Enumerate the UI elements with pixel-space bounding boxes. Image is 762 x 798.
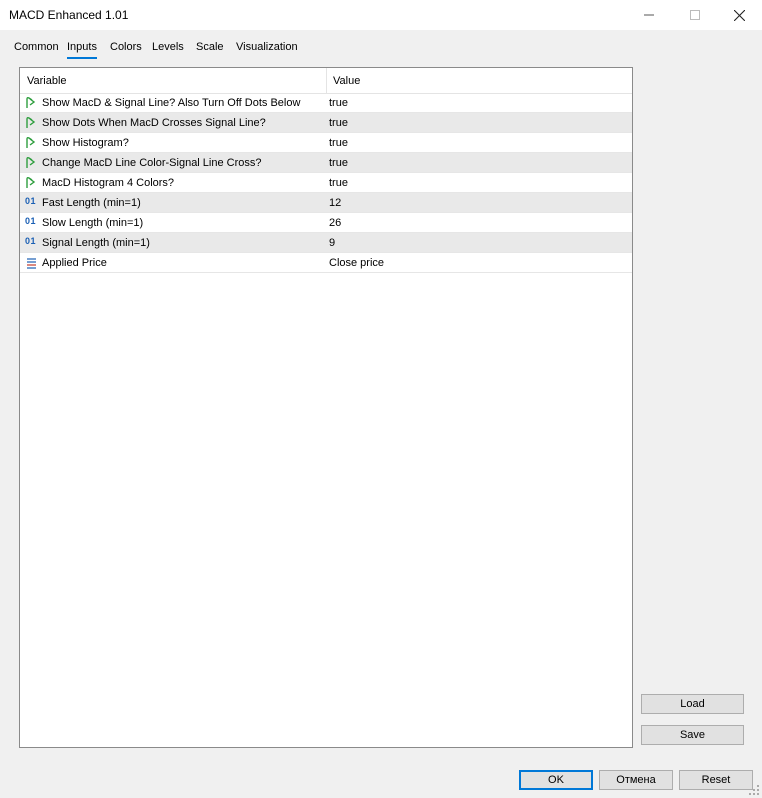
row-value[interactable]: true <box>329 97 348 109</box>
row-variable: Show Histogram? <box>42 137 129 149</box>
integer-icon: 01 <box>25 236 37 246</box>
column-header-variable[interactable]: Variable <box>27 75 67 87</box>
inputs-table: Variable Value Show MacD & Signal Line? … <box>19 67 633 748</box>
save-button[interactable]: Save <box>641 725 744 745</box>
maximize-button[interactable] <box>672 0 718 30</box>
table-row[interactable]: Applied Price Close price <box>20 253 632 273</box>
tab-levels[interactable]: Levels <box>152 39 184 57</box>
enum-list-icon <box>25 256 38 269</box>
row-variable: Show MacD & Signal Line? Also Turn Off D… <box>42 97 301 109</box>
tab-inputs[interactable]: Inputs <box>67 39 97 59</box>
integer-icon: 01 <box>25 196 37 206</box>
bool-arrow-icon <box>25 96 38 109</box>
cancel-button[interactable]: Отмена <box>599 770 673 790</box>
window-title: MACD Enhanced 1.01 <box>9 8 129 22</box>
row-variable: Slow Length (min=1) <box>42 217 144 229</box>
row-value[interactable]: Close price <box>329 257 384 269</box>
close-button[interactable] <box>716 0 762 30</box>
reset-button[interactable]: Reset <box>679 770 753 790</box>
title-bar: MACD Enhanced 1.01 <box>0 0 762 30</box>
table-row[interactable]: Show Dots When MacD Crosses Signal Line?… <box>20 113 632 133</box>
table-header: Variable Value <box>20 68 632 94</box>
row-variable: Applied Price <box>42 257 107 269</box>
row-value[interactable]: true <box>329 177 348 189</box>
column-divider[interactable] <box>326 68 327 93</box>
bool-arrow-icon <box>25 176 38 189</box>
table-row[interactable]: Show MacD & Signal Line? Also Turn Off D… <box>20 93 632 113</box>
resize-grip-icon[interactable] <box>748 784 760 796</box>
row-value[interactable]: 26 <box>329 217 341 229</box>
table-row[interactable]: Show Histogram? true <box>20 133 632 153</box>
close-icon <box>733 9 745 21</box>
tab-visualization[interactable]: Visualization <box>236 39 298 57</box>
table-row[interactable]: 01 Fast Length (min=1) 12 <box>20 193 632 213</box>
row-value[interactable]: true <box>329 137 348 149</box>
table-row[interactable]: Change MacD Line Color-Signal Line Cross… <box>20 153 632 173</box>
ok-button[interactable]: OK <box>519 770 593 790</box>
table-row[interactable]: 01 Signal Length (min=1) 9 <box>20 233 632 253</box>
row-value[interactable]: true <box>329 117 348 129</box>
load-button[interactable]: Load <box>641 694 744 714</box>
maximize-icon <box>690 10 700 20</box>
tab-colors[interactable]: Colors <box>110 39 142 57</box>
row-variable: Fast Length (min=1) <box>42 197 141 209</box>
bool-arrow-icon <box>25 156 38 169</box>
column-header-value[interactable]: Value <box>333 75 360 87</box>
row-variable: MacD Histogram 4 Colors? <box>42 177 175 189</box>
minimize-icon <box>644 14 654 16</box>
table-row[interactable]: 01 Slow Length (min=1) 26 <box>20 213 632 233</box>
minimize-button[interactable] <box>626 0 672 30</box>
row-variable: Show Dots When MacD Crosses Signal Line? <box>42 117 266 129</box>
bool-arrow-icon <box>25 136 38 149</box>
tab-common[interactable]: Common <box>14 39 59 57</box>
row-value[interactable]: 9 <box>329 237 335 249</box>
tab-scale[interactable]: Scale <box>196 39 224 57</box>
row-value[interactable]: 12 <box>329 197 341 209</box>
row-value[interactable]: true <box>329 157 348 169</box>
bool-arrow-icon <box>25 116 38 129</box>
integer-icon: 01 <box>25 216 37 226</box>
row-variable: Signal Length (min=1) <box>42 237 150 249</box>
row-variable: Change MacD Line Color-Signal Line Cross… <box>42 157 262 169</box>
table-row[interactable]: MacD Histogram 4 Colors? true <box>20 173 632 193</box>
